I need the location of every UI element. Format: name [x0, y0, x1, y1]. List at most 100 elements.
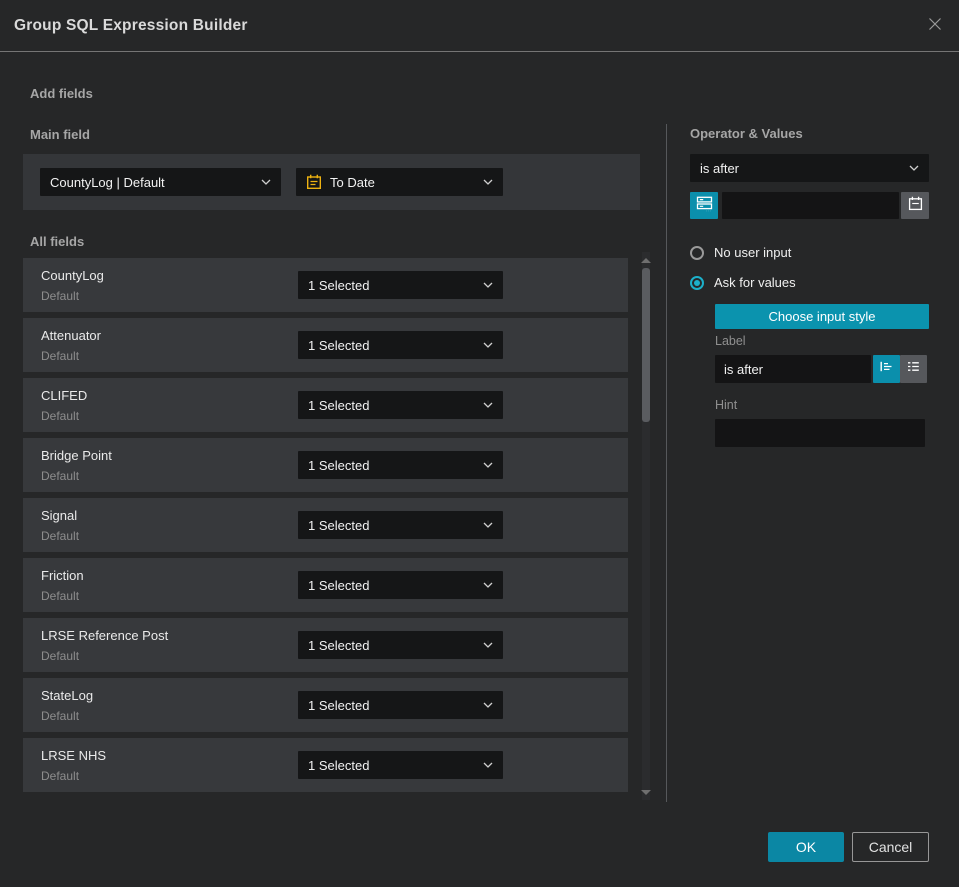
- field-subtitle: Default: [41, 649, 80, 663]
- hint-field-label: Hint: [715, 398, 738, 412]
- chevron-down-icon: [909, 165, 919, 171]
- field-subtitle: Default: [41, 529, 80, 543]
- field-subtitle: Default: [41, 409, 80, 423]
- all-fields-list: CountyLog Default 1 Selected Attenuator …: [23, 258, 628, 792]
- no-user-input-label: No user input: [714, 245, 792, 260]
- field-row: LRSE NHS Default 1 Selected: [23, 738, 628, 792]
- field-row: StateLog Default 1 Selected: [23, 678, 628, 732]
- field-name: LRSE Reference Post: [41, 628, 169, 643]
- date-picker-button[interactable]: [901, 192, 929, 219]
- date-field-dropdown[interactable]: To Date: [296, 168, 503, 196]
- field-list-icon: [696, 195, 713, 217]
- field-name: StateLog: [41, 688, 94, 703]
- main-field-panel: CountyLog | Default To Date: [23, 154, 640, 210]
- field-selection-dropdown[interactable]: 1 Selected: [298, 271, 503, 299]
- field-subtitle: Default: [41, 709, 80, 723]
- field-selection-value: 1 Selected: [308, 337, 370, 353]
- scrollbar-down-arrow[interactable]: [641, 790, 651, 795]
- hint-input[interactable]: [715, 419, 925, 447]
- chevron-down-icon: [483, 179, 493, 185]
- field-row: Friction Default 1 Selected: [23, 558, 628, 612]
- field-subtitle: Default: [41, 469, 80, 483]
- field-selection-value: 1 Selected: [308, 697, 370, 713]
- field-selection-value: 1 Selected: [308, 757, 370, 773]
- value-input[interactable]: [722, 192, 899, 219]
- chevron-down-icon: [483, 462, 493, 468]
- field-selection-dropdown[interactable]: 1 Selected: [298, 571, 503, 599]
- field-selection-dropdown[interactable]: 1 Selected: [298, 511, 503, 539]
- field-selection-dropdown[interactable]: 1 Selected: [298, 391, 503, 419]
- field-name: Attenuator: [41, 328, 101, 343]
- scrollbar-thumb[interactable]: [642, 268, 650, 422]
- all-fields-heading: All fields: [30, 234, 85, 249]
- operator-values-heading: Operator & Values: [690, 126, 803, 141]
- field-subtitle: Default: [41, 349, 80, 363]
- field-selection-dropdown[interactable]: 1 Selected: [298, 691, 503, 719]
- field-selection-dropdown[interactable]: 1 Selected: [298, 451, 503, 479]
- operator-dropdown-value: is after: [700, 160, 740, 176]
- chevron-down-icon: [483, 582, 493, 588]
- chevron-down-icon: [483, 342, 493, 348]
- chevron-down-icon: [261, 179, 271, 185]
- date-field-dropdown-value: To Date: [330, 174, 375, 190]
- choose-input-style-button[interactable]: Choose input style: [715, 304, 929, 329]
- chevron-down-icon: [483, 282, 493, 288]
- scrollbar-up-arrow[interactable]: [641, 258, 651, 263]
- field-subtitle: Default: [41, 769, 80, 783]
- set-from-field-button[interactable]: [690, 192, 718, 219]
- field-selection-value: 1 Selected: [308, 397, 370, 413]
- chevron-down-icon: [483, 642, 493, 648]
- field-subtitle: Default: [41, 289, 80, 303]
- panel-divider: [666, 124, 667, 802]
- calendar-icon: [908, 196, 923, 216]
- close-button[interactable]: [923, 14, 947, 38]
- field-selection-value: 1 Selected: [308, 517, 370, 533]
- main-field-dropdown-value: CountyLog | Default: [50, 174, 165, 190]
- field-name: Bridge Point: [41, 448, 112, 463]
- ok-button[interactable]: OK: [768, 832, 844, 862]
- radio-selected-icon: [690, 275, 704, 290]
- field-name: CLIFED: [41, 388, 88, 403]
- list-input-style-button[interactable]: [900, 355, 927, 383]
- field-row: Bridge Point Default 1 Selected: [23, 438, 628, 492]
- field-row: LRSE Reference Post Default 1 Selected: [23, 618, 628, 672]
- text-input-style-button[interactable]: [873, 355, 900, 383]
- ask-for-values-label: Ask for values: [714, 275, 796, 290]
- field-name: Signal: [41, 508, 78, 523]
- add-fields-heading: Add fields: [30, 86, 93, 101]
- field-name: Friction: [41, 568, 84, 583]
- chevron-down-icon: [483, 762, 493, 768]
- field-row: CLIFED Default 1 Selected: [23, 378, 628, 432]
- field-name: CountyLog: [41, 268, 104, 283]
- field-selection-value: 1 Selected: [308, 457, 370, 473]
- field-selection-dropdown[interactable]: 1 Selected: [298, 631, 503, 659]
- chevron-down-icon: [483, 402, 493, 408]
- dialog-title: Group SQL Expression Builder: [14, 17, 248, 34]
- bullet-list-icon: [906, 359, 921, 379]
- radio-unselected-icon: [690, 245, 704, 260]
- close-icon: [927, 16, 943, 37]
- calendar-icon: [306, 174, 322, 190]
- field-row: Signal Default 1 Selected: [23, 498, 628, 552]
- no-user-input-radio[interactable]: No user input: [690, 245, 791, 260]
- field-selection-value: 1 Selected: [308, 277, 370, 293]
- ask-for-values-radio[interactable]: Ask for values: [690, 275, 796, 290]
- align-left-icon: [879, 359, 894, 379]
- label-field-label: Label: [715, 334, 746, 348]
- chevron-down-icon: [483, 522, 493, 528]
- field-row: CountyLog Default 1 Selected: [23, 258, 628, 312]
- dialog-titlebar: Group SQL Expression Builder: [0, 0, 959, 52]
- field-selection-value: 1 Selected: [308, 577, 370, 593]
- field-selection-dropdown[interactable]: 1 Selected: [298, 331, 503, 359]
- field-selection-dropdown[interactable]: 1 Selected: [298, 751, 503, 779]
- cancel-button[interactable]: Cancel: [852, 832, 929, 862]
- field-selection-value: 1 Selected: [308, 637, 370, 653]
- main-field-heading: Main field: [30, 127, 90, 142]
- main-field-dropdown[interactable]: CountyLog | Default: [40, 168, 281, 196]
- field-name: LRSE NHS: [41, 748, 107, 763]
- field-subtitle: Default: [41, 589, 80, 603]
- chevron-down-icon: [483, 702, 493, 708]
- operator-dropdown[interactable]: is after: [690, 154, 929, 182]
- field-row: Attenuator Default 1 Selected: [23, 318, 628, 372]
- label-input[interactable]: [715, 355, 871, 383]
